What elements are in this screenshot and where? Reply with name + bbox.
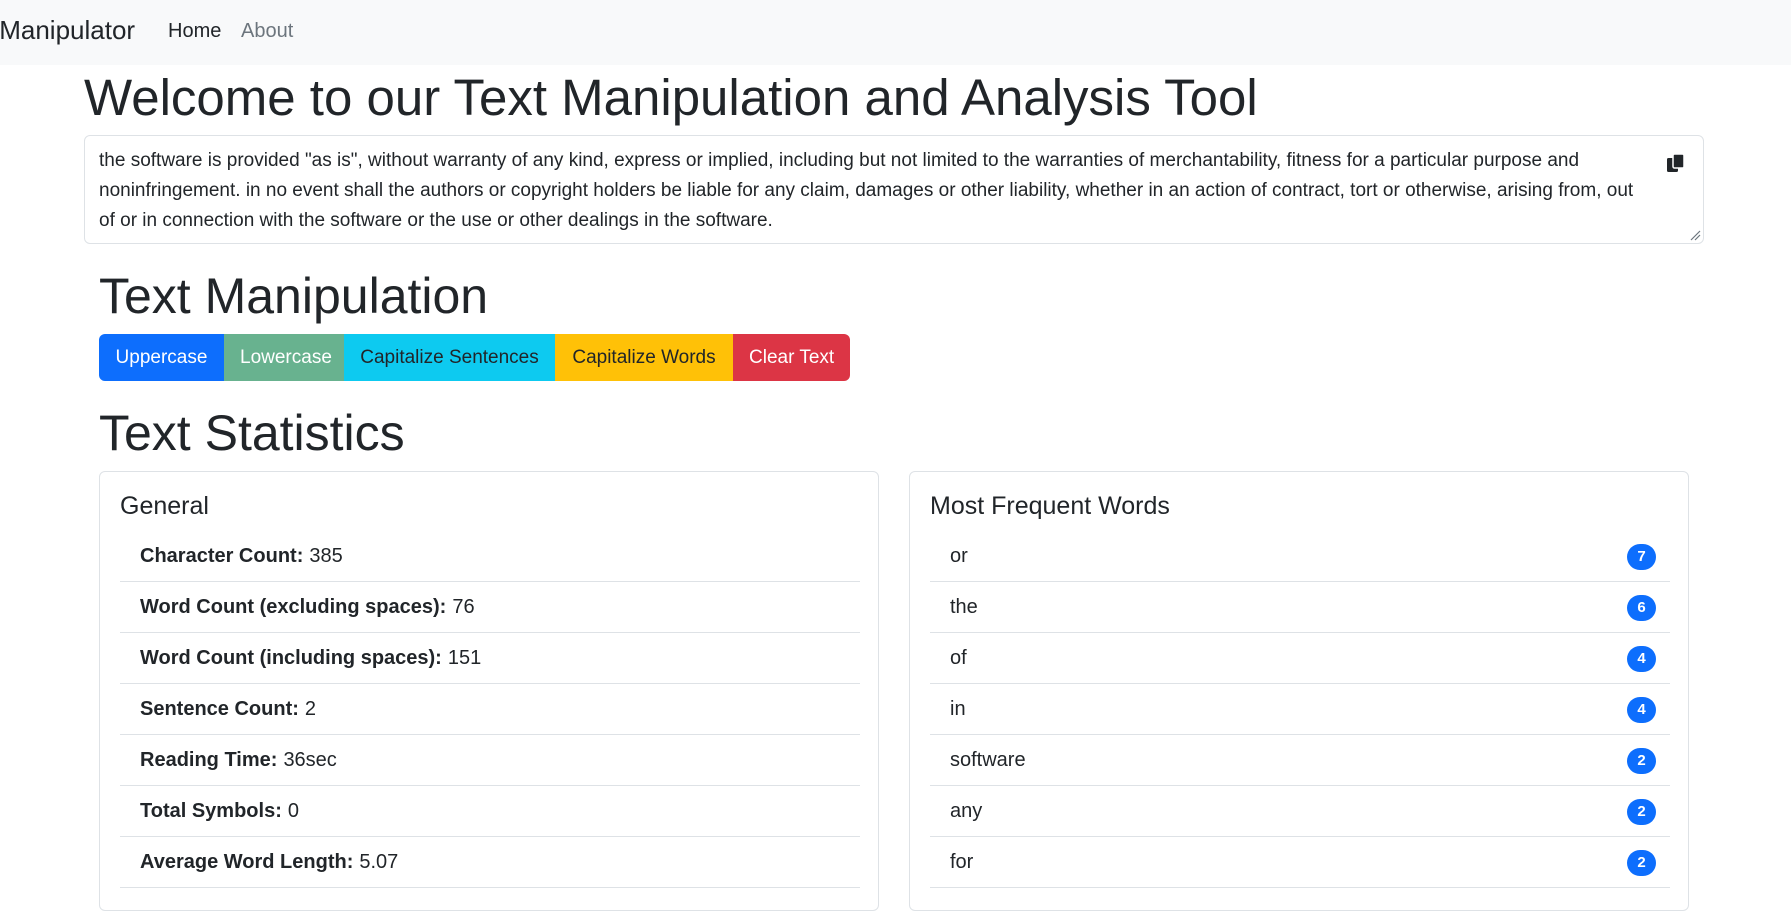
frequent-words-card: Most Frequent Words or 7 the 6 of 4 in 4 sof… <box>909 471 1689 911</box>
word-text: any <box>950 799 983 822</box>
navbar: tManipulator Home About <box>0 0 1791 65</box>
stat-value: 2 <box>304 697 317 720</box>
copy-icon[interactable] <box>1665 152 1687 174</box>
stat-label: Character Count: <box>140 544 304 567</box>
text-manipulation-heading: Text Manipulation <box>99 268 489 324</box>
page-title: Welcome to our Text Manipulation and Ana… <box>84 69 1258 126</box>
capitalize-sentences-button[interactable]: Capitalize Sentences <box>344 334 555 381</box>
word-item: of 4 <box>930 633 1670 684</box>
word-item: the 6 <box>930 582 1670 633</box>
stat-label: Sentence Count: <box>140 697 299 720</box>
word-item: for 2 <box>930 837 1670 888</box>
resize-grip-icon[interactable] <box>1689 229 1701 241</box>
stat-value: 5.07 <box>359 850 399 873</box>
stat-item: Reading Time: 36sec <box>120 735 860 786</box>
nav-link-about[interactable]: About <box>241 20 293 43</box>
word-text: in <box>950 697 966 720</box>
word-text: the <box>950 595 978 618</box>
clear-text-button[interactable]: Clear Text <box>733 334 850 381</box>
stat-label: Total Symbols: <box>140 799 282 822</box>
stat-item: Word Count (excluding spaces): 76 <box>120 582 860 633</box>
frequent-words-title: Most Frequent Words <box>930 492 1170 520</box>
text-input-area[interactable]: the software is provided "as is", withou… <box>84 135 1704 244</box>
stat-value: 151 <box>447 646 482 669</box>
stat-value: 0 <box>287 799 299 822</box>
uppercase-button[interactable]: Uppercase <box>99 334 224 381</box>
frequent-words-list: or 7 the 6 of 4 in 4 software 2 any 2 for 2 <box>930 531 1670 888</box>
capitalize-words-button[interactable]: Capitalize Words <box>555 334 733 381</box>
word-count-badge: 2 <box>1627 850 1656 876</box>
general-stats-card: General Character Count: 385 Word Count (… <box>99 471 879 911</box>
stat-item: Sentence Count: 2 <box>120 684 860 735</box>
word-text: or <box>950 544 968 567</box>
word-item: software 2 <box>930 735 1670 786</box>
lowercase-button[interactable]: Lowercase <box>224 334 344 381</box>
word-count-badge: 4 <box>1627 646 1656 672</box>
stat-label: Average Word Length: <box>140 850 354 873</box>
text-input-value: the software is provided "as is", withou… <box>99 150 1634 231</box>
stat-label: Word Count (including spaces): <box>140 646 442 669</box>
stat-item: Character Count: 385 <box>120 531 860 582</box>
stat-value: 76 <box>452 595 475 618</box>
stat-item: Word Count (including spaces): 151 <box>120 633 860 684</box>
word-text: of <box>950 646 967 669</box>
general-stats-list: Character Count: 385 Word Count (excludin… <box>120 531 860 888</box>
word-text: software <box>950 748 1026 771</box>
word-count-badge: 2 <box>1627 799 1656 825</box>
nav-link-home[interactable]: Home <box>168 20 221 43</box>
stat-item: Average Word Length: 5.07 <box>120 837 860 888</box>
navbar-brand[interactable]: tManipulator <box>0 15 135 46</box>
word-count-badge: 4 <box>1627 697 1656 723</box>
stat-item: Total Symbols: 0 <box>120 786 860 837</box>
word-count-badge: 6 <box>1627 595 1656 621</box>
manipulation-button-group: Uppercase Lowercase Capitalize Sentences… <box>99 334 850 381</box>
text-statistics-heading: Text Statistics <box>99 405 405 461</box>
stat-value: 36sec <box>283 748 337 771</box>
stat-label: Reading Time: <box>140 748 278 771</box>
word-item: in 4 <box>930 684 1670 735</box>
word-item: any 2 <box>930 786 1670 837</box>
word-count-badge: 7 <box>1627 544 1656 570</box>
word-count-badge: 2 <box>1627 748 1656 774</box>
general-card-title: General <box>120 492 209 520</box>
word-text: for <box>950 850 974 873</box>
word-item: or 7 <box>930 531 1670 582</box>
stat-label: Word Count (excluding spaces): <box>140 595 447 618</box>
stat-value: 385 <box>309 544 343 567</box>
